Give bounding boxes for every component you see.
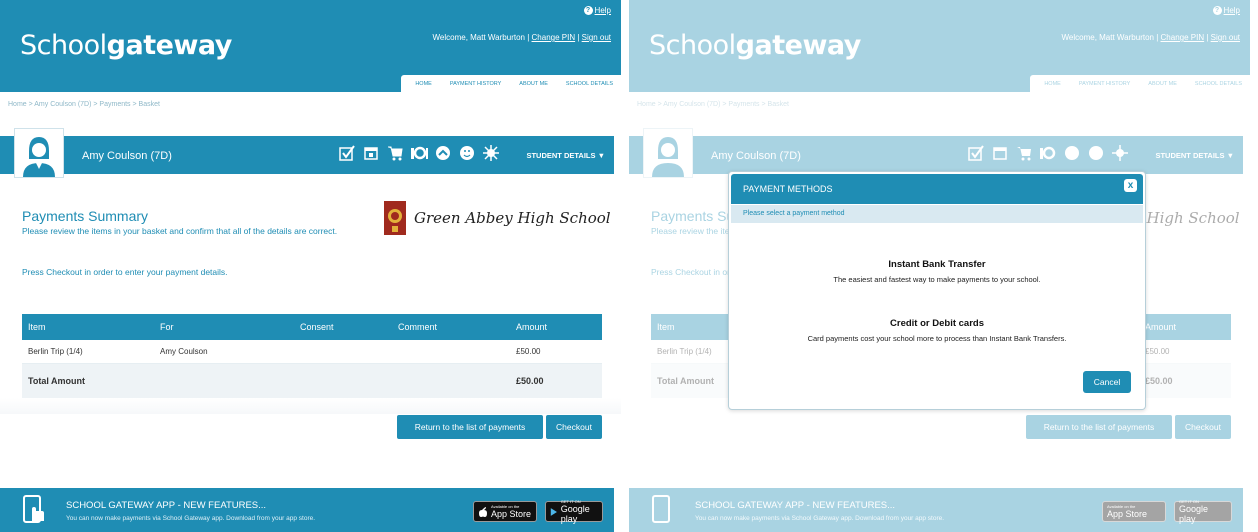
modal-header: PAYMENT METHODS x [731, 174, 1143, 204]
checkbox-icon[interactable] [338, 144, 356, 162]
school-name: Green Abbey High School [414, 209, 611, 227]
student-name: Amy Coulson (7D) [82, 150, 172, 162]
option-bank-transfer-title[interactable]: Instant Bank Transfer [729, 259, 1145, 270]
modal-title: PAYMENT METHODS [743, 184, 833, 194]
row-amount: £50.00 [516, 347, 541, 356]
help-label[interactable]: Help [595, 6, 611, 15]
student-details-dropdown[interactable]: STUDENT DETAILS ▼ [526, 151, 605, 160]
basket-panel: Schoolgateway ? Help Welcome, Matt Warbu… [0, 0, 621, 532]
main-nav: HOME PAYMENT HISTORY ABOUT ME SCHOOL DET… [401, 75, 621, 92]
comparison-stage: Schoolgateway ? Help Welcome, Matt Warbu… [0, 0, 1258, 532]
logo-suffix: gateway [106, 30, 233, 61]
table-total-row: Total Amount £50.00 [22, 364, 602, 398]
logo-prefix: Sch [20, 30, 68, 61]
col-item: Item [28, 322, 46, 332]
nav-school-details[interactable]: SCHOOL DETAILS [566, 81, 613, 87]
cancel-button[interactable]: Cancel [1083, 371, 1131, 393]
row-item: Berlin Trip (1/4) [28, 347, 83, 356]
school-logo: Green Abbey High School [384, 201, 611, 235]
school-crest-icon [384, 201, 406, 235]
nav-home[interactable]: HOME [415, 81, 432, 87]
payments-summary-title: Payments Summary [22, 208, 149, 224]
welcome-text: Welcome, Matt Warburton | [432, 33, 530, 42]
virus-icon[interactable] [482, 144, 500, 162]
table-shadow [0, 398, 621, 414]
student-avatar-icon [23, 137, 55, 177]
logo-oo: oo [67, 30, 101, 61]
total-value: £50.00 [516, 376, 544, 386]
appstore-big: App Store [491, 509, 532, 519]
welcome-bar: Welcome, Matt Warburton | Change PIN | S… [432, 33, 612, 42]
cart-icon[interactable] [386, 144, 404, 162]
table-header: Item For Consent Comment Amount [22, 314, 602, 340]
app-promo-title: SCHOOL GATEWAY APP - NEW FEATURES... [66, 500, 267, 511]
student-bar-cap [0, 136, 8, 174]
total-label: Total Amount [28, 376, 85, 386]
basket-table: Item For Consent Comment Amount Berlin T… [22, 314, 602, 398]
modal-subtitle-bar: Please select a payment method [731, 205, 1143, 223]
phone-tap-icon [23, 495, 44, 523]
modal-subtitle: Please select a payment method [743, 210, 845, 217]
help-link[interactable]: ? Help [583, 6, 611, 15]
col-consent: Consent [300, 322, 334, 332]
google-play-badge[interactable]: GET IT ONGoogle play [545, 499, 603, 524]
apple-icon [479, 506, 487, 517]
smiley-icon[interactable] [458, 144, 476, 162]
option-card-title[interactable]: Credit or Debit cards [729, 318, 1145, 329]
up-arrow-icon[interactable] [434, 144, 452, 162]
col-comment: Comment [398, 322, 438, 332]
nav-about-me[interactable]: ABOUT ME [519, 81, 548, 87]
app-store-badge[interactable]: Available on theApp Store [473, 501, 537, 522]
play-icon [550, 507, 557, 516]
avatar [14, 128, 64, 178]
checkout-instructions: Press Checkout in order to enter your pa… [22, 267, 228, 277]
row-for: Amy Coulson [160, 347, 208, 356]
checkout-button[interactable]: Checkout [546, 415, 602, 439]
nav-payment-history[interactable]: PAYMENT HISTORY [450, 81, 501, 87]
site-header: Schoolgateway ? Help Welcome, Matt Warbu… [0, 0, 621, 92]
payment-method-panel: Schoolgateway ? Help Welcome, Matt Warbu… [629, 0, 1250, 532]
footer-cap [0, 488, 8, 532]
payment-methods-modal: PAYMENT METHODS x Please select a paymen… [728, 171, 1146, 410]
change-pin-link[interactable]: Change PIN [532, 33, 576, 42]
sign-out-link[interactable]: Sign out [582, 33, 611, 42]
app-promo-footer: SCHOOL GATEWAY APP - NEW FEATURES... You… [0, 488, 614, 532]
google-big: Google play [560, 504, 590, 524]
schoolgateway-logo[interactable]: Schoolgateway [20, 30, 232, 61]
app-promo-subtitle: You can now make payments via School Gat… [66, 515, 316, 522]
calendar-icon[interactable] [362, 144, 380, 162]
col-for: For [160, 322, 174, 332]
attendance-icon[interactable] [410, 144, 428, 162]
option-card-text[interactable]: Card payments cost your school more to p… [729, 334, 1145, 343]
student-toolbar [338, 144, 500, 162]
return-to-payments-button[interactable]: Return to the list of payments [397, 415, 543, 439]
help-icon: ? [583, 6, 593, 15]
breadcrumb[interactable]: Home > Amy Coulson (7D) > Payments > Bas… [8, 101, 160, 108]
logo-mid: l [99, 30, 108, 61]
table-row: Berlin Trip (1/4) Amy Coulson £50.00 [22, 340, 602, 364]
close-icon[interactable]: x [1124, 179, 1137, 192]
option-bank-transfer-text[interactable]: The easiest and fastest way to make paym… [729, 275, 1145, 284]
payments-summary-text: Please review the items in your basket a… [22, 226, 338, 236]
col-amount: Amount [516, 322, 548, 332]
